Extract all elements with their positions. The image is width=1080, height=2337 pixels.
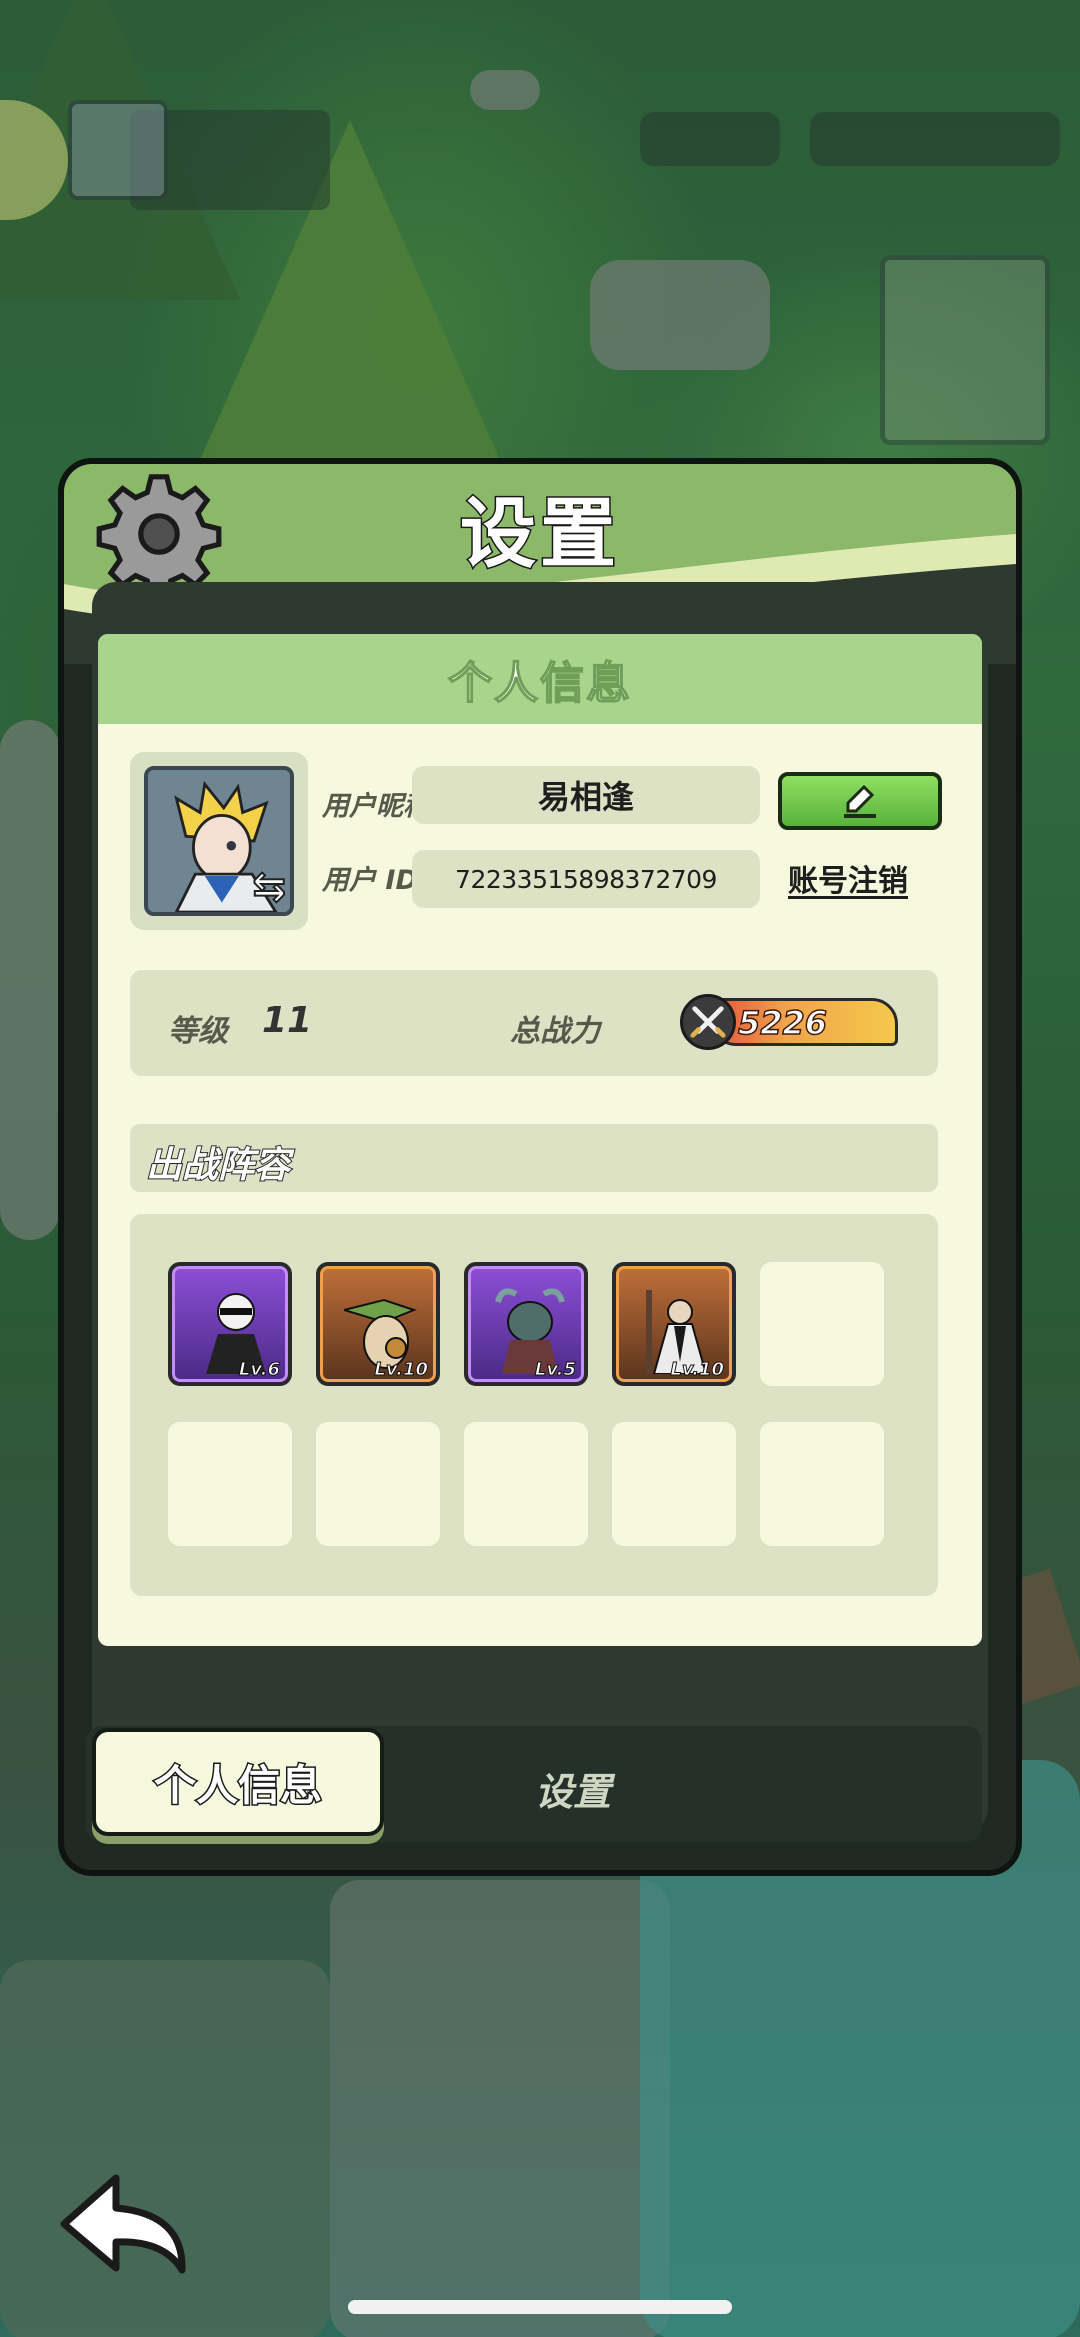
hero-slot-3[interactable]: Lv.5: [464, 1262, 588, 1386]
hero-slot-1[interactable]: Lv.6: [168, 1262, 292, 1386]
crossed-swords-icon: [680, 994, 736, 1050]
personal-info-title: 个人信息: [447, 657, 632, 710]
avatar-frame[interactable]: ⇆: [130, 752, 308, 930]
hero-level: Lv.5: [534, 1359, 576, 1381]
empty-hero-slot[interactable]: [316, 1422, 440, 1546]
level-value: 11: [262, 1000, 313, 1041]
user-id-field: 72233515898372709: [412, 850, 760, 908]
edit-nickname-button[interactable]: [778, 772, 942, 830]
nickname-value: 易相逢: [537, 778, 634, 816]
personal-info-header: 个人信息: [98, 634, 982, 724]
empty-hero-slot[interactable]: [760, 1422, 884, 1546]
home-indicator[interactable]: [348, 2300, 732, 2314]
hud-minimap[interactable]: [880, 255, 1050, 445]
level-label: 等级: [168, 1014, 228, 1049]
player-avatar[interactable]: ⇆: [144, 766, 294, 916]
empty-hero-slot[interactable]: [612, 1422, 736, 1546]
hud-avatar[interactable]: [68, 100, 168, 200]
lineup-title: 出战阵容: [145, 1144, 291, 1187]
tab-personal-info-label: 个人信息: [152, 1759, 323, 1811]
nickname-field: 易相逢: [412, 766, 760, 824]
hero-slot-2[interactable]: Lv.10: [316, 1262, 440, 1386]
stats-row: 等级 11 总战力 5226: [130, 970, 938, 1076]
hero-level: Lv.10: [670, 1359, 725, 1381]
power-label: 总战力: [510, 1014, 600, 1049]
tab-settings[interactable]: 设置: [498, 1758, 648, 1818]
hero-level: Lv.6: [238, 1359, 280, 1381]
empty-hero-slot[interactable]: [760, 1262, 884, 1386]
back-arrow-icon[interactable]: [56, 2170, 196, 2280]
tab-settings-label: 设置: [534, 1769, 611, 1814]
tab-personal-info[interactable]: 个人信息: [92, 1728, 384, 1836]
empty-hero-slot[interactable]: [464, 1422, 588, 1546]
personal-info-card: 个人信息 ⇆ 用户昵称 易相逢 用户 ID 72233515898372709 …: [98, 634, 982, 1646]
pencil-icon: [844, 784, 876, 818]
hud-gem-counter: [640, 112, 780, 166]
swap-avatar-icon[interactable]: ⇆: [251, 863, 286, 911]
hud-gold-counter: [810, 112, 1060, 166]
account-cancel-link[interactable]: 账号注销: [788, 856, 908, 900]
empty-hero-slot[interactable]: [168, 1422, 292, 1546]
lineup-grid: Lv.6 Lv.10 Lv.5 Lv.10: [130, 1214, 938, 1596]
power-value: 5226: [737, 1003, 828, 1043]
hero-level: Lv.10: [374, 1359, 429, 1381]
dialog-content: 个人信息 ⇆ 用户昵称 易相逢 用户 ID 72233515898372709 …: [58, 458, 1022, 1876]
lineup-header: 出战阵容: [130, 1124, 938, 1192]
user-id-label: 用户 ID: [322, 865, 418, 896]
hero-slot-4[interactable]: Lv.10: [612, 1262, 736, 1386]
power-badge: 5226: [680, 992, 906, 1052]
user-id-value: 72233515898372709: [455, 864, 717, 894]
